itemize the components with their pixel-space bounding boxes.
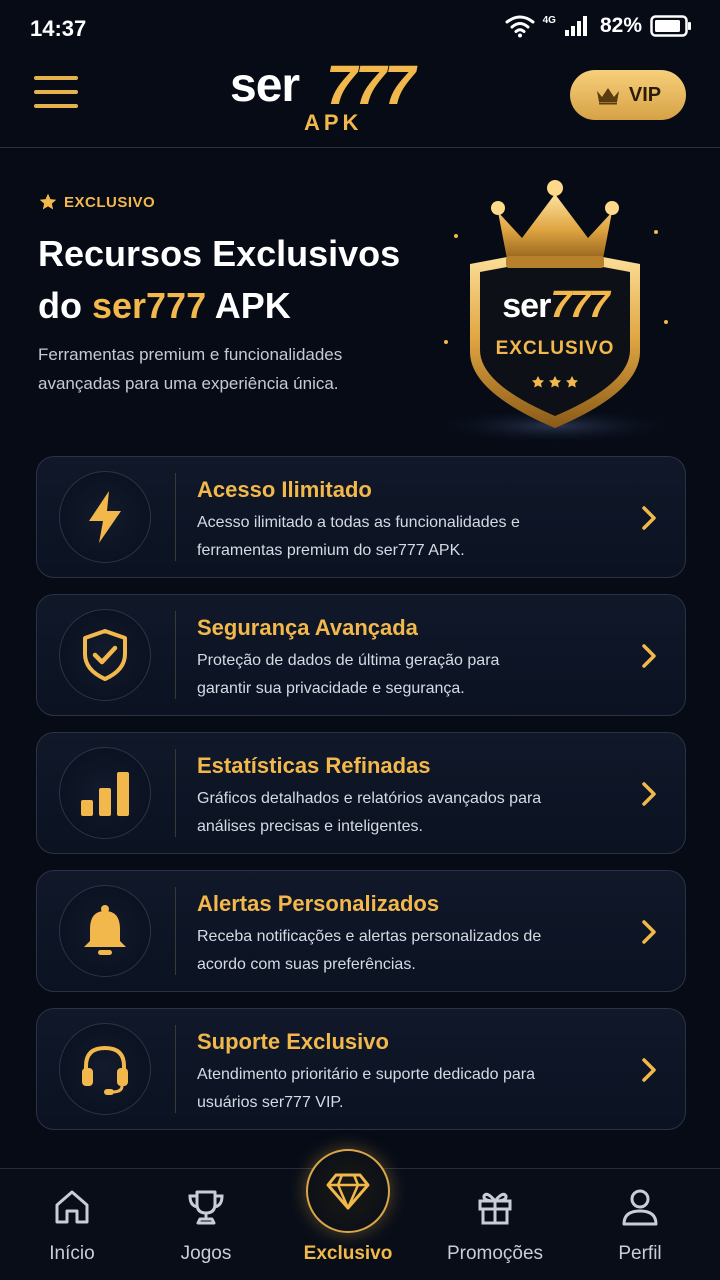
chevron-right-icon — [642, 506, 656, 530]
wifi-icon — [505, 15, 535, 38]
battery-icon — [650, 15, 691, 37]
shield-word-777: 777 — [550, 284, 609, 326]
card-divider — [175, 1025, 176, 1113]
gift-icon — [478, 1192, 512, 1225]
bar-chart-icon — [81, 772, 129, 816]
nav-label: Exclusivo — [303, 1243, 393, 1264]
card-divider — [175, 887, 176, 975]
star-icon — [39, 193, 57, 210]
feature-description: Receba notificações e alertas personaliz… — [197, 928, 542, 973]
feature-description: Proteção de dados de última geração para… — [197, 652, 500, 697]
bell-icon — [84, 905, 126, 955]
feature-card-alertas[interactable]: Alertas Personalizados Receba notificaçõ… — [36, 870, 686, 992]
feature-icon-wrap — [59, 471, 151, 563]
nav-item-jogos[interactable]: Jogos — [136, 1169, 276, 1280]
vip-button[interactable]: VIP — [570, 70, 686, 120]
lightning-icon — [89, 491, 121, 543]
network-label: 4G — [542, 14, 556, 26]
feature-icon-wrap — [59, 885, 151, 977]
diamond-icon — [326, 1173, 370, 1210]
feature-description: Atendimento prioritário e suporte dedica… — [197, 1066, 535, 1111]
feature-icon-wrap — [59, 609, 151, 701]
shield-check-icon — [83, 629, 127, 681]
hero-title: Recursos Exclusivos do ser777 APK — [38, 228, 458, 332]
headset-icon — [82, 1045, 128, 1095]
nav-item-perfil[interactable]: Perfil — [570, 1169, 710, 1280]
chevron-right-icon — [642, 1058, 656, 1082]
feature-card-acesso[interactable]: Acesso Ilimitado Acesso ilimitado a toda… — [36, 456, 686, 578]
chevron-right-icon — [642, 782, 656, 806]
nav-label: Promoções — [446, 1243, 544, 1264]
logo-sub-apk: APK — [304, 110, 363, 135]
nav-item-inicio[interactable]: Início — [2, 1169, 142, 1280]
signal-icon — [564, 16, 587, 36]
app-logo: ser 777 APK — [230, 53, 490, 138]
menu-icon-bar — [34, 104, 78, 108]
hero-title-post: APK — [206, 285, 291, 326]
logo-word-777: 777 — [326, 53, 415, 116]
home-icon — [55, 1190, 89, 1224]
card-divider — [175, 473, 176, 561]
feature-title: Acesso Ilimitado — [197, 477, 372, 502]
vip-label: VIP — [628, 83, 662, 106]
card-divider — [175, 611, 176, 699]
feature-icon-wrap — [59, 747, 151, 839]
hero-section: EXCLUSIVO Recursos Exclusivos do ser777 … — [0, 148, 720, 448]
bottom-navigation: Início Jogos Exclusivo Promoções Perfil — [0, 1149, 720, 1280]
status-bar: 14:37 4G 82% — [0, 0, 720, 56]
hero-title-brand: ser777 — [91, 285, 207, 326]
status-icons: 4G 82% — [505, 14, 692, 38]
shield-word-ser: ser — [502, 287, 551, 325]
feature-card-seguranca[interactable]: Segurança Avançada Proteção de dados de … — [36, 594, 686, 716]
hero-title-pre: do — [38, 285, 92, 326]
status-time: 14:37 — [30, 16, 87, 41]
menu-icon-bar — [34, 76, 78, 80]
feature-description: Gráficos detalhados e relatórios avançad… — [197, 790, 542, 835]
shield-brand: ser777 — [490, 284, 620, 327]
chevron-right-icon — [642, 920, 656, 944]
card-divider — [175, 749, 176, 837]
badge-label: EXCLUSIVO — [64, 193, 156, 211]
shield-label: EXCLUSIVO — [495, 338, 615, 359]
feature-title: Segurança Avançada — [197, 615, 418, 640]
hero-title-line1: Recursos Exclusivos — [38, 233, 401, 274]
battery-percent: 82% — [599, 14, 642, 37]
nav-item-exclusivo[interactable]: Exclusivo — [278, 1149, 418, 1280]
feature-card-suporte[interactable]: Suporte Exclusivo Atendimento prioritári… — [36, 1008, 686, 1130]
feature-description: Acesso ilimitado a todas as funcionalida… — [197, 514, 520, 559]
feature-title: Suporte Exclusivo — [197, 1029, 389, 1054]
crown-icon — [596, 88, 619, 105]
chevron-right-icon — [642, 644, 656, 668]
menu-icon-bar — [34, 90, 78, 94]
nav-label: Início — [49, 1243, 95, 1264]
user-icon — [622, 1189, 658, 1226]
menu-button[interactable] — [34, 76, 78, 116]
hero-subtitle: Ferramentas premium e funcionalidades av… — [38, 345, 343, 393]
logo-word-ser: ser — [230, 59, 300, 112]
crown-shield-emblem: ser777 EXCLUSIVO — [420, 172, 710, 452]
exclusive-badge: EXCLUSIVO — [38, 192, 155, 212]
nav-label: Jogos — [180, 1243, 232, 1264]
nav-label: Perfil — [618, 1243, 662, 1264]
trophy-icon — [188, 1190, 224, 1225]
app-header: ser 777 APK VIP — [0, 53, 720, 148]
feature-icon-wrap — [59, 1023, 151, 1115]
feature-list: Acesso Ilimitado Acesso ilimitado a toda… — [36, 456, 686, 1146]
feature-title: Alertas Personalizados — [197, 891, 440, 916]
nav-item-promocoes[interactable]: Promoções — [425, 1169, 565, 1280]
active-tab-circle — [306, 1149, 390, 1233]
feature-card-estatisticas[interactable]: Estatísticas Refinadas Gráficos detalhad… — [36, 732, 686, 854]
feature-title: Estatísticas Refinadas — [197, 753, 431, 778]
